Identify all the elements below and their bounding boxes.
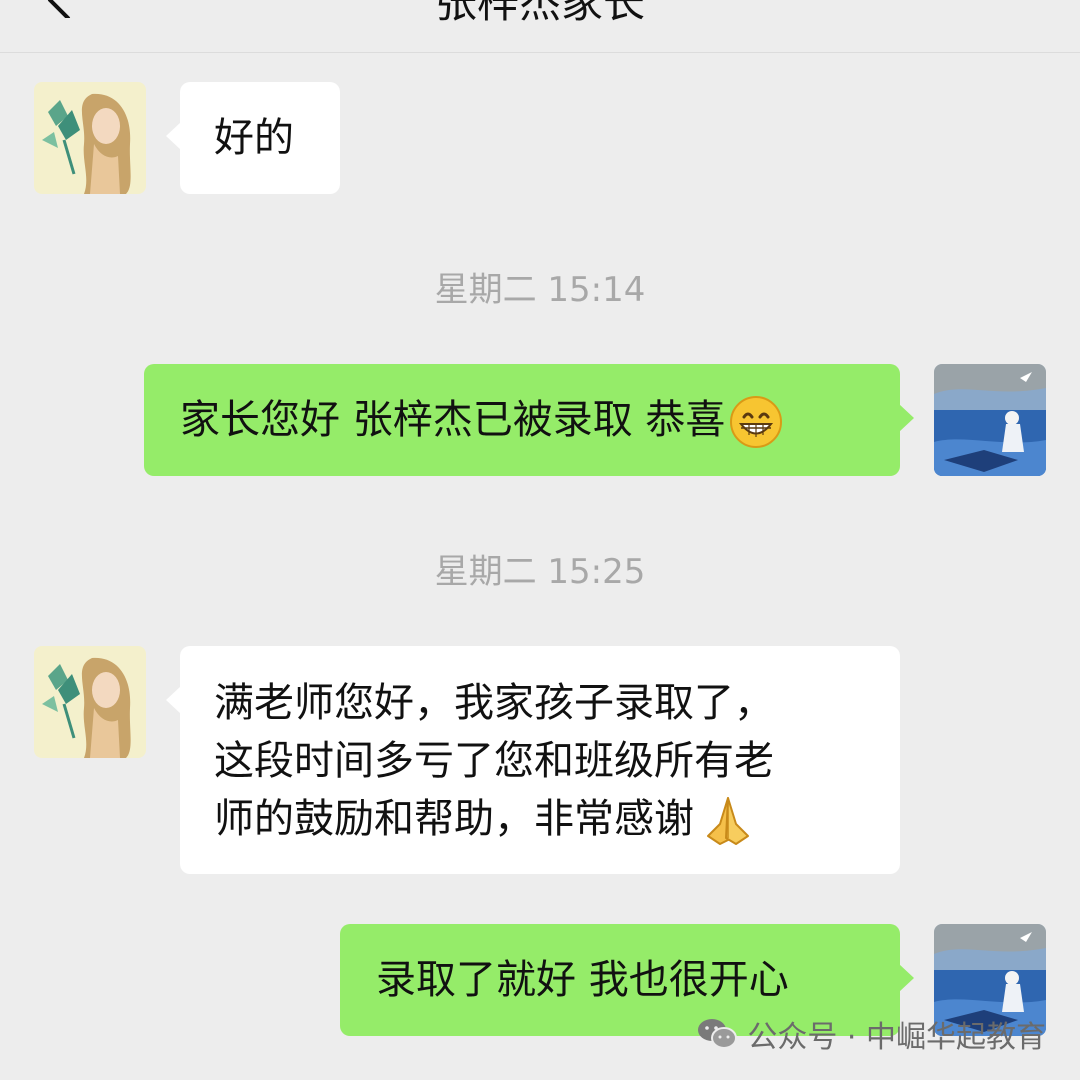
message-line: 师的鼓励和帮助，非常感谢 xyxy=(214,796,694,842)
wechat-icon xyxy=(697,1017,738,1051)
grinning-face-emoji-icon xyxy=(729,395,783,449)
message-bubble-received[interactable]: 满老师您好，我家孩子录取了， 这段时间多亏了您和班级所有老 师的鼓励和帮助，非常… xyxy=(166,646,900,874)
message-bubble-received[interactable]: 好的 xyxy=(166,82,340,194)
message-text: 好的 xyxy=(214,115,294,161)
watermark-label: 公众号 · 中崛华起教育 xyxy=(747,1020,1046,1055)
folded-hands-emoji-icon xyxy=(698,794,752,848)
message-bubble-sent[interactable]: 家长您好 张梓杰已被录取 恭喜 xyxy=(144,364,914,476)
chat-title: 张梓杰家长 xyxy=(434,0,645,27)
message-text: 家长您好 张梓杰已被录取 恭喜 xyxy=(180,397,726,443)
my-avatar[interactable] xyxy=(934,364,1046,476)
message-timestamp: 星期二 15:25 xyxy=(434,552,646,592)
chat-screen: 张梓杰家长 好的 星期二 15:14 家长您好 张梓杰已被录取 恭喜 星期二 1… xyxy=(0,0,1080,1080)
message-text: 录取了就好 我也很开心 xyxy=(376,957,789,1003)
message-line: 满老师您好，我家孩子录取了， xyxy=(214,680,774,726)
message-line: 这段时间多亏了您和班级所有老 xyxy=(214,738,774,784)
watermark: 公众号 · 中崛华起教育 xyxy=(697,1014,1046,1055)
message-timestamp: 星期二 15:14 xyxy=(434,270,646,310)
contact-avatar[interactable] xyxy=(34,646,146,758)
contact-avatar[interactable] xyxy=(34,82,146,194)
nav-bar: 张梓杰家长 xyxy=(0,0,1080,53)
